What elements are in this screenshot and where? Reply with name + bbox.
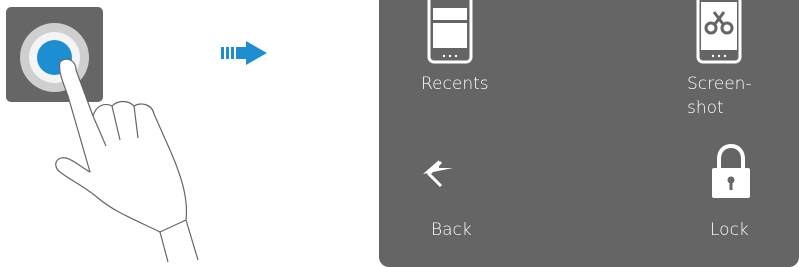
floating-dot-ring [29,32,80,83]
floating-dot-core [37,40,72,75]
floating-navigation-dot[interactable] [20,23,89,92]
floating-button-tile[interactable] [6,7,103,102]
navigation-menu-panel: Recents Screen- shot Back Lock [379,0,799,267]
arrow-right-icon [221,41,267,65]
menu-label-screenshot: Screen- shot [687,74,752,118]
padlock-icon [712,144,750,198]
menu-label-lock: Lock [710,220,749,240]
back-arrow-icon [423,160,453,188]
recents-phone-icon [427,0,473,64]
menu-label-back: Back [431,220,472,240]
screenshot-scissors-icon [696,0,742,64]
menu-label-recents: Recents [421,74,489,94]
